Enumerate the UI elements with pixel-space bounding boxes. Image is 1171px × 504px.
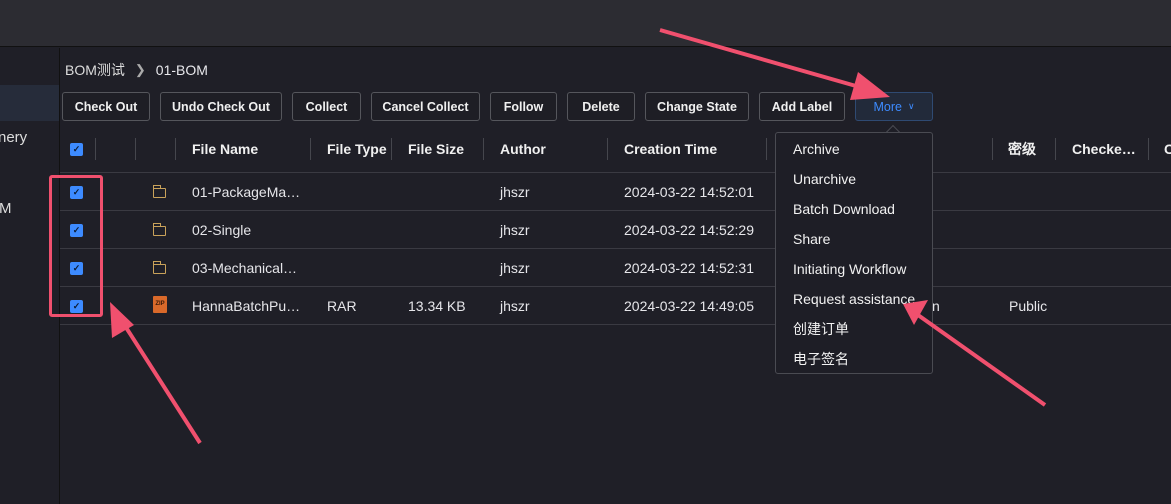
arrow-to-request-assistance bbox=[916, 313, 1047, 407]
annotation-arrows bbox=[110, 28, 1047, 445]
arrow-to-checkboxes bbox=[118, 316, 202, 445]
arrow-to-more bbox=[659, 28, 871, 92]
arrowhead-more bbox=[850, 72, 890, 100]
